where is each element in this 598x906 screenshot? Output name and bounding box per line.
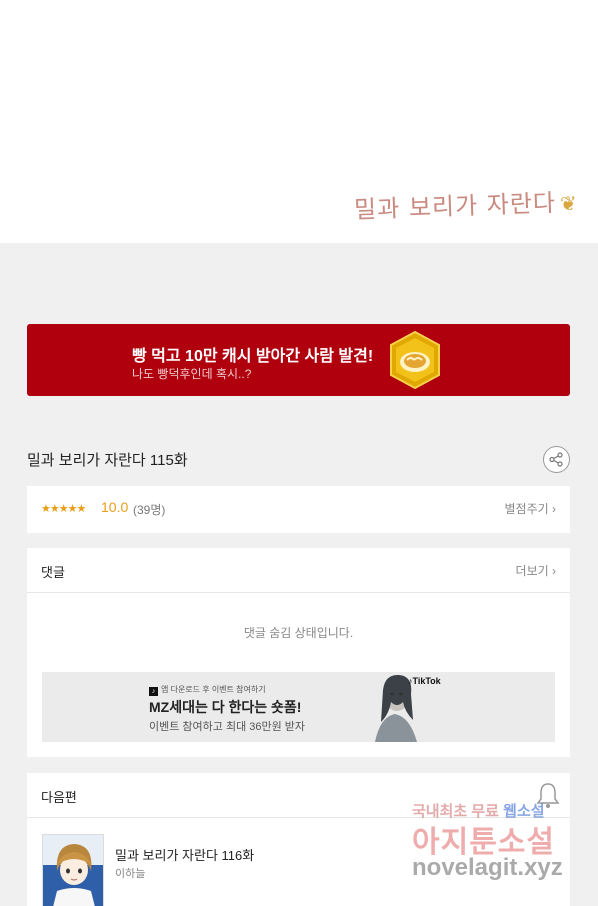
comments-heading: 댓글 bbox=[41, 565, 65, 580]
rate-button-label: 별점주기 bbox=[504, 502, 549, 516]
rating-count: (39명) bbox=[133, 503, 166, 517]
next-episode-title[interactable]: 밀과 보리가 자란다 116화 bbox=[115, 845, 254, 864]
thumbnail-art bbox=[43, 835, 103, 906]
comments-hidden-message: 댓글 숨김 상태입니다. bbox=[243, 626, 354, 640]
more-label: 더보기 bbox=[515, 564, 549, 578]
next-heading: 다음편 bbox=[41, 790, 77, 805]
ad-brand: ♪TikTok bbox=[408, 676, 441, 686]
comments-more-button[interactable]: 더보기 › bbox=[516, 562, 556, 579]
ad-subtitle: 이벤트 참여하고 최대 36만원 받자 bbox=[149, 721, 306, 733]
chevron-right-icon: › bbox=[552, 564, 556, 578]
banner-subtitle: 나도 빵덕후인데 혹시..? bbox=[132, 367, 252, 381]
bell-icon[interactable] bbox=[536, 781, 560, 809]
comments-header: 댓글 더보기 › bbox=[27, 548, 570, 593]
next-episode-thumbnail[interactable] bbox=[42, 834, 104, 906]
next-episode-card: 다음편 밀과 보리가 자란다 116화 이하늘 bbox=[27, 773, 570, 906]
next-episode-author: 이하늘 bbox=[115, 868, 146, 880]
wheat-sprig-icon: ❦ bbox=[559, 191, 579, 216]
bread-coin-icon bbox=[390, 330, 440, 390]
viewer-end-area: 밀과 보리가 자란다 ❦ bbox=[0, 0, 598, 243]
comments-card: 댓글 더보기 › 댓글 숨김 상태입니다. ♪ 앱 다운로드 후 이벤트 참여하기… bbox=[27, 548, 570, 757]
banner-title: 빵 먹고 10만 캐시 받아간 사람 발견! bbox=[132, 348, 374, 365]
ad-title: MZ세대는 다 한다는 숏폼! bbox=[149, 699, 302, 715]
rating-stars: ★★★★★ bbox=[41, 502, 86, 515]
rating-card: ★★★★★ 10.0 (39명) 별점주기 › bbox=[27, 486, 570, 533]
rate-button[interactable]: 별점주기 › bbox=[504, 500, 556, 517]
share-icon bbox=[549, 452, 563, 467]
end-signature-text: 밀과 보리가 자란다 bbox=[353, 188, 557, 224]
end-signature: 밀과 보리가 자란다 ❦ bbox=[354, 182, 579, 225]
ad-top-text: 앱 다운로드 후 이벤트 참여하기 bbox=[161, 685, 266, 694]
ad-banner[interactable]: ♪ 앱 다운로드 후 이벤트 참여하기 MZ세대는 다 한다는 숏폼! 이벤트 참… bbox=[42, 672, 555, 742]
episode-title: 밀과 보리가 자란다 115화 bbox=[27, 452, 188, 469]
ad-top-line: ♪ 앱 다운로드 후 이벤트 참여하기 bbox=[149, 684, 266, 696]
tiktok-icon: ♪ bbox=[149, 687, 158, 696]
promo-banner[interactable]: 빵 먹고 10만 캐시 받아간 사람 발견! 나도 빵덕후인데 혹시..? bbox=[27, 324, 570, 396]
ad-brand-label: TikTok bbox=[412, 676, 441, 686]
chevron-right-icon: › bbox=[552, 502, 556, 516]
next-header: 다음편 bbox=[27, 773, 570, 818]
rating-score: 10.0 bbox=[101, 499, 129, 515]
share-button[interactable] bbox=[543, 446, 570, 473]
